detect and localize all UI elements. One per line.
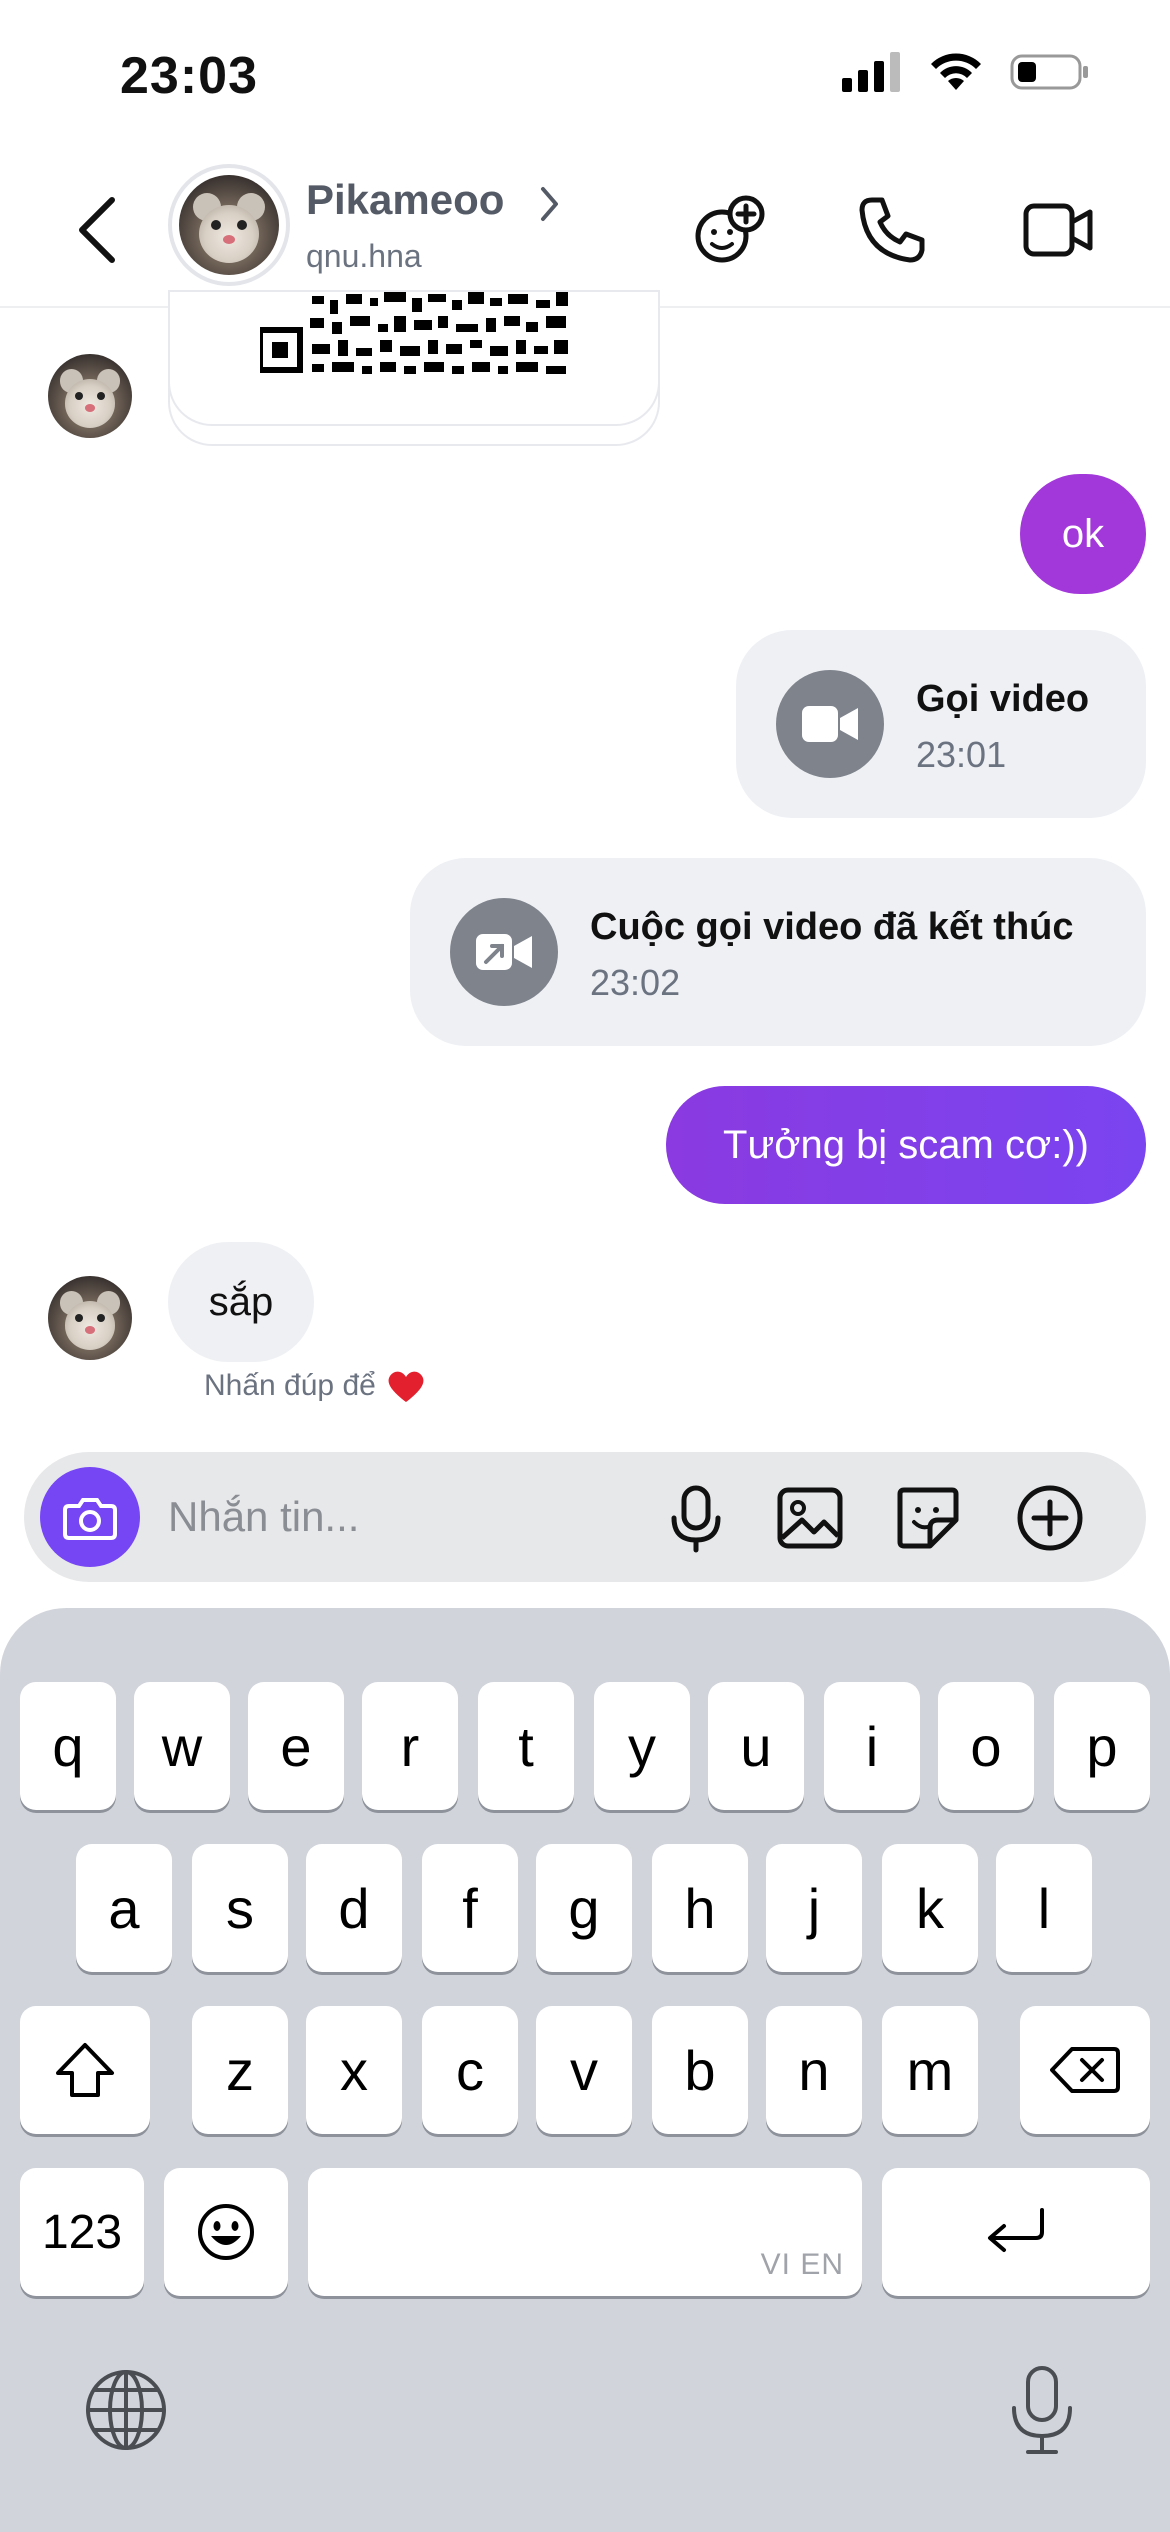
backspace-icon bbox=[1050, 2047, 1120, 2093]
cat-avatar-image bbox=[179, 175, 279, 275]
key-v[interactable]: v bbox=[536, 2006, 632, 2134]
cat-avatar-image bbox=[48, 354, 132, 438]
camera-button[interactable] bbox=[40, 1467, 140, 1567]
call-time: 23:02 bbox=[590, 962, 681, 1003]
sticker-icon[interactable] bbox=[892, 1482, 964, 1554]
call-title: Gọi video bbox=[916, 678, 1090, 720]
key-l[interactable]: l bbox=[996, 1844, 1092, 1972]
key-i[interactable]: i bbox=[824, 1682, 920, 1810]
message-composer bbox=[24, 1452, 1146, 1582]
key-n[interactable]: n bbox=[766, 2006, 862, 2134]
sender-avatar[interactable] bbox=[48, 354, 132, 438]
return-key[interactable] bbox=[882, 2168, 1150, 2296]
video-call-ended-card[interactable]: Cuộc gọi video đã kết thúc 23:02 bbox=[410, 858, 1146, 1046]
key-s[interactable]: s bbox=[192, 1844, 288, 1972]
heart-icon bbox=[386, 1368, 426, 1404]
shift-icon bbox=[56, 2043, 114, 2097]
key-z[interactable]: z bbox=[192, 2006, 288, 2134]
shift-key[interactable] bbox=[20, 2006, 150, 2134]
contact-avatar[interactable] bbox=[168, 164, 290, 286]
key-q[interactable]: q bbox=[20, 1682, 116, 1810]
message-bubble-outgoing[interactable]: Tưởng bị scam cơ:)) bbox=[666, 1086, 1146, 1204]
message-text: Tưởng bị scam cơ:)) bbox=[723, 1122, 1089, 1167]
key-r[interactable]: r bbox=[362, 1682, 458, 1810]
key-e[interactable]: e bbox=[248, 1682, 344, 1810]
dictation-icon[interactable] bbox=[1000, 2362, 1084, 2458]
call-title: Cuộc gọi video đã kết thúc bbox=[590, 906, 1074, 948]
double-tap-hint: Nhấn đúp để bbox=[204, 1368, 426, 1404]
message-text: ok bbox=[1061, 511, 1105, 556]
camera-icon bbox=[63, 1498, 117, 1540]
message-bubble-outgoing[interactable]: ok bbox=[1020, 474, 1146, 594]
key-j[interactable]: j bbox=[766, 1844, 862, 1972]
key-m[interactable]: m bbox=[882, 2006, 978, 2134]
message-thread: ok Gọi video 23:01 Cuộc gọi video đã kết… bbox=[0, 290, 1170, 1450]
key-a[interactable]: a bbox=[76, 1844, 172, 1972]
key-t[interactable]: t bbox=[478, 1682, 574, 1810]
key-y[interactable]: y bbox=[594, 1682, 690, 1810]
status-time: 23:03 bbox=[120, 47, 258, 105]
key-o[interactable]: o bbox=[938, 1682, 1034, 1810]
key-k[interactable]: k bbox=[882, 1844, 978, 1972]
video-call-card[interactable]: Gọi video 23:01 bbox=[736, 630, 1146, 818]
key-c[interactable]: c bbox=[422, 2006, 518, 2134]
cat-avatar-image bbox=[48, 1276, 132, 1360]
cellular-signal-icon bbox=[842, 52, 900, 92]
emoji-key[interactable] bbox=[164, 2168, 288, 2296]
back-chevron-icon[interactable] bbox=[68, 190, 128, 270]
add-effect-icon[interactable] bbox=[692, 192, 768, 268]
sender-avatar[interactable] bbox=[48, 1276, 132, 1360]
message-text: sắp bbox=[208, 1279, 274, 1324]
key-h[interactable]: h bbox=[652, 1844, 748, 1972]
key-b[interactable]: b bbox=[652, 2006, 748, 2134]
microphone-icon[interactable] bbox=[660, 1482, 732, 1554]
key-p[interactable]: p bbox=[1054, 1682, 1150, 1810]
status-icons bbox=[842, 52, 1090, 92]
call-time: 23:01 bbox=[916, 734, 1007, 775]
message-input[interactable] bbox=[168, 1482, 588, 1552]
phone-icon[interactable] bbox=[854, 192, 930, 268]
backspace-key[interactable] bbox=[1020, 2006, 1150, 2134]
qr-card-border bbox=[168, 290, 660, 446]
space-key[interactable]: VI EN bbox=[308, 2168, 862, 2296]
numbers-key[interactable]: 123 bbox=[20, 2168, 144, 2296]
video-call-ended-icon bbox=[450, 898, 558, 1006]
emoji-icon bbox=[198, 2204, 254, 2260]
battery-icon bbox=[1010, 54, 1088, 90]
video-camera-icon[interactable] bbox=[1020, 192, 1096, 268]
contact-name[interactable]: Pikameoo bbox=[306, 176, 504, 224]
return-icon bbox=[988, 2208, 1044, 2252]
onscreen-keyboard: q w e r t y u i o p a s d f g h j k l z … bbox=[0, 1608, 1170, 2532]
plus-circle-icon[interactable] bbox=[1014, 1482, 1086, 1554]
contact-handle: qnu.hna bbox=[306, 238, 422, 274]
message-bubble-incoming[interactable]: sắp bbox=[168, 1242, 314, 1362]
status-bar: 23:03 bbox=[0, 0, 1170, 150]
chevron-right-icon[interactable] bbox=[540, 186, 560, 222]
key-w[interactable]: w bbox=[134, 1682, 230, 1810]
video-call-icon bbox=[776, 670, 884, 778]
hint-text: Nhấn đúp để bbox=[204, 1369, 376, 1402]
key-g[interactable]: g bbox=[536, 1844, 632, 1972]
gallery-icon[interactable] bbox=[774, 1482, 846, 1554]
key-f[interactable]: f bbox=[422, 1844, 518, 1972]
keyboard-language-label: VI EN bbox=[760, 2248, 844, 2281]
key-u[interactable]: u bbox=[708, 1682, 804, 1810]
key-x[interactable]: x bbox=[306, 2006, 402, 2134]
globe-icon[interactable] bbox=[84, 2368, 168, 2452]
key-d[interactable]: d bbox=[306, 1844, 402, 1972]
wifi-icon bbox=[931, 53, 981, 90]
chat-header: Pikameoo qnu.hna bbox=[0, 150, 1170, 308]
